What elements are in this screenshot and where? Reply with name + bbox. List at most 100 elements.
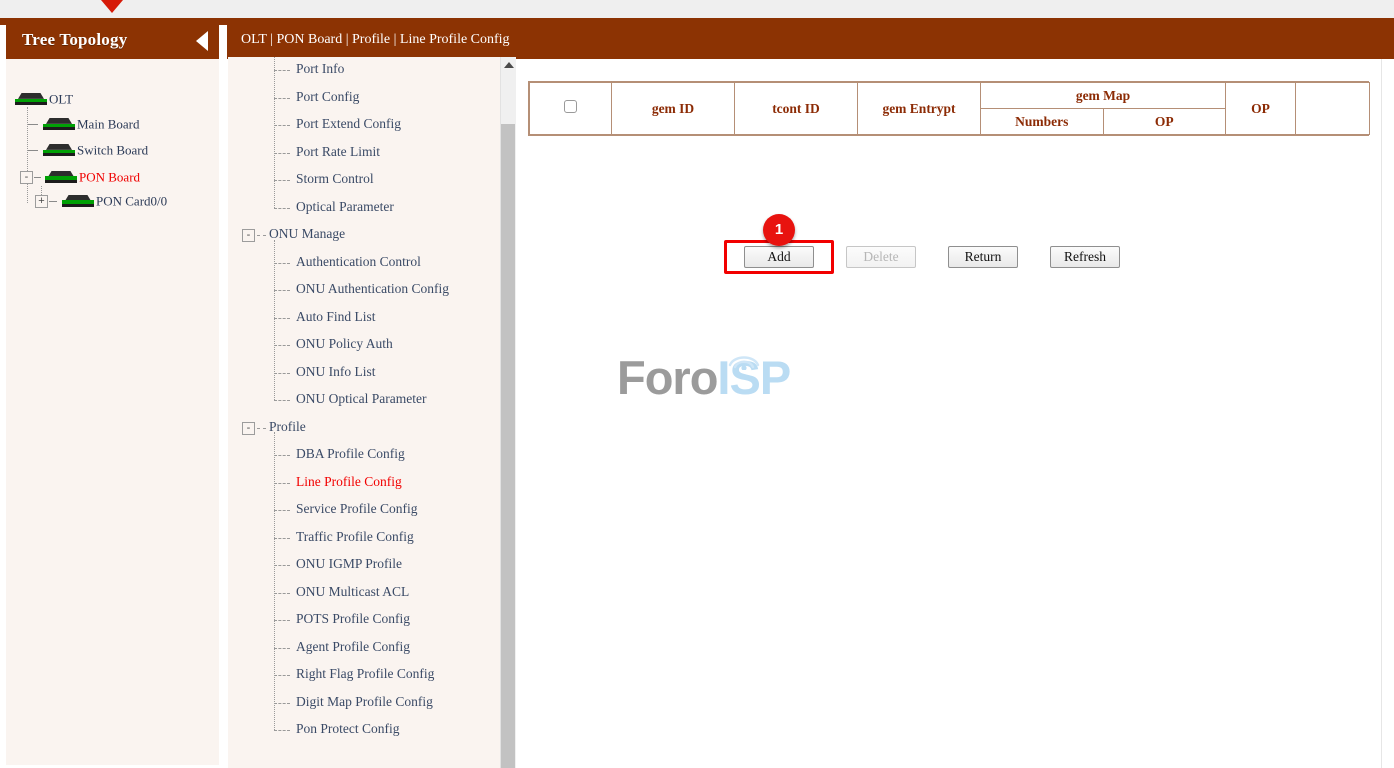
menu-connector [274,565,290,566]
column-header-op[interactable]: OP [1226,83,1296,135]
menu-connector [274,483,290,484]
menu-item-onu-info-list[interactable]: ONU Info List [274,364,376,384]
menu-item-right-flag-profile-config[interactable]: Right Flag Profile Config [274,666,434,686]
menu-connector [274,730,290,731]
top-grey-strip [0,0,1394,18]
tree-connector-switch [28,150,38,151]
tree-toggle-pon-card[interactable]: + [35,195,48,208]
menu-item-onu-optical-parameter[interactable]: ONU Optical Parameter [274,391,426,411]
column-header-gem-map-numbers[interactable]: Numbers [981,109,1104,135]
menu-item-optical-parameter[interactable]: Optical Parameter [274,199,394,219]
menu-toggle-onu-manage[interactable]: - [242,229,255,242]
menu-connector [274,180,290,181]
menu-item-label: ONU IGMP Profile [296,556,402,571]
menu-item-label: Line Profile Config [296,474,402,489]
menu-item-traffic-profile-config[interactable]: Traffic Profile Config [274,529,414,549]
tree-connector-main [28,124,38,125]
menu-item-label: Agent Profile Config [296,639,410,654]
menu-item-pots-profile-config[interactable]: POTS Profile Config [274,611,410,631]
menu-toggle-profile[interactable]: - [242,422,255,435]
select-all-checkbox[interactable] [564,100,577,113]
menu-item-port-extend-config[interactable]: Port Extend Config [274,116,401,136]
menu-connector [274,263,290,264]
menu-connector [274,318,290,319]
column-header-tcont-id[interactable]: tcont ID [735,83,858,135]
menu-item-port-info[interactable]: Port Info [274,61,344,81]
menu-item-port-config[interactable]: Port Config [274,89,359,109]
menu-connector [274,373,290,374]
menu-item-label: Port Rate Limit [296,144,380,159]
content-header-bar: OLT | PON Board | Profile | Line Profile… [227,23,1394,59]
table-head: gem ID tcont ID gem Entrypt gem Map OP N… [530,83,1370,135]
menu-connector [274,125,290,126]
column-header-spacer [1296,83,1370,135]
board-device-icon [61,195,95,208]
menu-connector [274,70,290,71]
menu-item-label: Port Config [296,89,359,104]
column-header-gem-id[interactable]: gem ID [612,83,735,135]
menu-item-agent-profile-config[interactable]: Agent Profile Config [274,639,410,659]
column-header-gem-map[interactable]: gem Map [981,83,1226,109]
tree-connector-trunk [27,107,28,203]
menu-connector [274,153,290,154]
tree-connector-pon-card [49,201,57,202]
menu-item-service-profile-config[interactable]: Service Profile Config [274,501,417,521]
watermark-text-primary: Foro [617,351,717,404]
menu-item-label: ONU Multicast ACL [296,584,409,599]
line-profile-table: gem ID tcont ID gem Entrypt gem Map OP N… [529,82,1370,135]
menu-item-label: Service Profile Config [296,501,417,516]
tree-node-pon-board[interactable]: PON Board [44,168,140,188]
tree-node-label: Switch Board [77,142,148,157]
tree-node-label: PON Board [79,169,140,184]
menu-guide-line [274,432,275,730]
tree-topology-body: OLT Main Board Switch Board - [6,59,219,765]
line-profile-table-panel: gem ID tcont ID gem Entrypt gem Map OP N… [528,81,1369,136]
step-badge-1: 1 [763,214,795,246]
add-button[interactable]: Add [744,246,814,268]
menu-connector [274,98,290,99]
menu-connector [274,648,290,649]
column-header-gem-map-op[interactable]: OP [1103,109,1226,135]
menu-item-label: POTS Profile Config [296,611,410,626]
menu-item-dba-profile-config[interactable]: DBA Profile Config [274,446,405,466]
tree-toggle-pon-board[interactable]: - [20,171,33,184]
menu-item-authentication-control[interactable]: Authentication Control [274,254,421,274]
menu-item-label: Port Extend Config [296,116,401,131]
menu-item-label: Traffic Profile Config [296,529,414,544]
menu-guide-line [274,240,275,401]
menu-item-onu-manage[interactable]: -ONU Manage [242,226,345,246]
menu-item-onu-policy-auth[interactable]: ONU Policy Auth [274,336,393,356]
menu-item-pon-protect-config[interactable]: Pon Protect Config [274,721,400,741]
menu-connector [274,510,290,511]
menu-item-onu-multicast-acl[interactable]: ONU Multicast ACL [274,584,409,604]
menu-item-label: Optical Parameter [296,199,394,214]
menu-item-onu-authentication-config[interactable]: ONU Authentication Config [274,281,449,301]
refresh-button[interactable]: Refresh [1050,246,1120,268]
menu-item-line-profile-config[interactable]: Line Profile Config [274,474,402,494]
collapse-left-arrow-icon[interactable] [196,31,208,51]
menu-item-digit-map-profile-config[interactable]: Digit Map Profile Config [274,694,433,714]
tree-node-pon-card[interactable]: PON Card0/0 [61,192,167,212]
menu-item-auto-find-list[interactable]: Auto Find List [274,309,376,329]
navigation-menu-panel: Port Info Port Config Port Extend Config Po… [228,57,513,768]
menu-item-port-rate-limit[interactable]: Port Rate Limit [274,144,380,164]
menu-connector [274,593,290,594]
tree-connector-pon [34,177,41,178]
board-device-icon [42,118,76,131]
foroisp-watermark: ForoISP [617,347,777,409]
menu-item-storm-control[interactable]: Storm Control [274,171,374,191]
action-button-row: Add 1 Delete Return Refresh [517,246,1347,268]
menu-scrollbar-thumb[interactable] [501,124,515,768]
return-button[interactable]: Return [948,246,1018,268]
tree-node-olt[interactable]: OLT [14,90,73,110]
column-header-gem-entrypt[interactable]: gem Entrypt [858,83,981,135]
menu-connector [274,345,290,346]
board-device-icon [42,144,76,157]
scroll-up-arrow-icon[interactable] [504,62,514,68]
menu-connector [257,428,266,429]
wifi-signal-icon [724,348,764,370]
table-header-row-1: gem ID tcont ID gem Entrypt gem Map OP [530,83,1370,109]
tree-node-switch-board[interactable]: Switch Board [42,141,148,161]
menu-item-onu-igmp-profile[interactable]: ONU IGMP Profile [274,556,402,576]
tree-node-main-board[interactable]: Main Board [42,115,139,135]
